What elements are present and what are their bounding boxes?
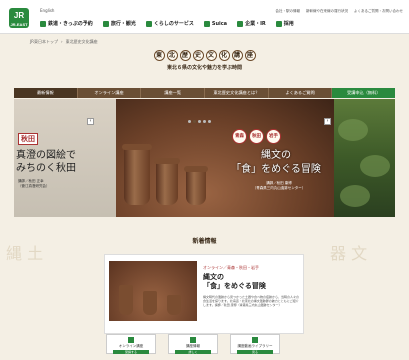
slide-jomon[interactable]: 青森 秋田 岩手 縄文の 「食」をめぐる冒険 講師／秋田 康博 （青森県三内丸山… <box>116 99 334 217</box>
carousel-next-button[interactable]: › <box>324 118 331 125</box>
carousel-dot[interactable] <box>203 120 206 123</box>
title-char: 文 <box>205 50 217 61</box>
pottery-image <box>184 166 208 205</box>
pottery-image <box>154 158 180 205</box>
jr-east-logo[interactable]: JR JR-EAST <box>9 8 29 28</box>
card-icon <box>203 20 210 27</box>
nav-life-services[interactable]: くらしのサービス <box>145 20 194 27</box>
page-subtitle: 東北６県の文化や魅力を学ぶ時間 <box>166 65 242 71</box>
menu-faq[interactable]: よくあるご質問 <box>269 88 333 98</box>
nav-corporate[interactable]: 企業・IR <box>237 20 266 27</box>
carousel-indicators <box>188 120 211 123</box>
nav-recruit[interactable]: 採用 <box>275 20 294 27</box>
news-body: 縄文時代の遺跡から見つかった土器や食べ物の痕跡から、当時の人々の食生活を探ります… <box>203 295 300 307</box>
pottery-image <box>167 295 181 315</box>
video-library-button[interactable]: 講座動画ライブラリー 見る <box>230 334 280 354</box>
slide-title: 縄文の 「食」をめぐる冒険 <box>231 150 321 175</box>
util-link[interactable]: 会社・駅の情報 <box>276 9 301 14</box>
page-header: 東 北 歴 史 文 化 講 座 東北６県の文化や魅力を学ぶ時間 <box>0 44 409 86</box>
page-title[interactable]: 東 北 歴 史 文 化 講 座 <box>0 50 409 61</box>
menu-latest-news[interactable]: 最新情報 <box>14 88 78 98</box>
travel-icon <box>102 20 109 27</box>
title-char: 東 <box>153 50 165 61</box>
lecture-info-button[interactable]: 講座情報 詳しく <box>168 334 218 354</box>
carousel-dot-active[interactable] <box>193 120 196 123</box>
title-char: 講 <box>231 50 243 61</box>
pottery-image <box>143 291 157 315</box>
news-heading: 新着情報 <box>192 238 217 245</box>
menu-about[interactable]: 東北歴史文化講座とは？ <box>205 88 269 98</box>
video-icon <box>252 337 258 343</box>
region-badge: 岩手 <box>266 129 281 144</box>
utility-links: 会社・駅の情報 新幹線や在来線の運行状況 よくあるご質問・お問い合わせ <box>276 9 404 14</box>
news-category: オンライン／青森・秋田・岩手 <box>203 265 259 270</box>
carousel-prev-button[interactable]: ‹ <box>87 118 94 125</box>
title-char: 史 <box>192 50 204 61</box>
title-char: 歴 <box>179 50 191 61</box>
menu-online-lectures[interactable]: オンライン講座 <box>78 88 142 98</box>
aerial-field <box>360 155 390 177</box>
util-link[interactable]: 新幹線や在来線の運行状況 <box>306 9 348 14</box>
region-badge: 秋田 <box>249 129 264 144</box>
nav-suica[interactable]: Suica <box>203 20 227 27</box>
title-char: 化 <box>218 50 230 61</box>
aerial-field <box>338 119 368 141</box>
menu-apply-button[interactable]: 受講申込（無料） <box>332 88 396 98</box>
building-icon <box>237 20 244 27</box>
slide-aerial-photo[interactable] <box>334 99 395 217</box>
pottery-image <box>119 285 133 315</box>
hero-carousel[interactable]: 秋田 真澄の図絵で みちのく秋田 講師／秋田 正幸 （菅江真澄研究会） 青森 秋… <box>14 99 395 217</box>
util-link[interactable]: よくあるご質問・お問い合わせ <box>354 9 403 14</box>
nav-travel[interactable]: 旅行・観光 <box>102 20 136 27</box>
slide-akita[interactable]: 秋田 真澄の図絵で みちのく秋田 講師／秋田 正幸 （菅江真澄研究会） <box>14 99 116 217</box>
shop-icon <box>145 20 152 27</box>
news-card[interactable]: オンライン／青森・秋田・岩手 縄文の 「食」をめぐる冒険 縄文時代の遺跡から見つ… <box>104 254 304 334</box>
slide-title: 真澄の図絵で みちのく秋田 <box>16 150 76 174</box>
language-link[interactable]: English <box>40 8 54 13</box>
slide-caption: 講師／秋田 正幸 （菅江真澄研究会） <box>18 179 50 188</box>
train-icon <box>40 20 46 27</box>
nav-train-tickets[interactable]: 鉄道・きっぷの予約 <box>40 20 93 27</box>
people-icon <box>275 20 282 27</box>
action-buttons: オンライン講座 受講する 講座情報 詳しく 講座動画ライブラリー 見る <box>106 334 280 354</box>
online-lecture-button[interactable]: オンライン講座 受講する <box>106 334 156 354</box>
monitor-icon <box>128 337 134 343</box>
main-menu: 最新情報 オンライン講座 講座一覧 東北歴史文化講座とは？ よくあるご質問 受講… <box>14 88 396 98</box>
pottery-image <box>122 144 152 205</box>
flag-icon <box>190 337 196 343</box>
global-nav: 鉄道・きっぷの予約 旅行・観光 くらしのサービス Suica 企業・IR 採用 <box>40 20 294 27</box>
aerial-field <box>340 185 370 207</box>
carousel-dot[interactable] <box>198 120 201 123</box>
news-image <box>109 261 197 321</box>
region-circles: 青森 秋田 岩手 <box>232 129 281 144</box>
title-char: 北 <box>166 50 178 61</box>
slide-caption: 講師／秋田 康博 （青森県三内丸山遺跡センター） <box>252 181 306 190</box>
region-badge: 青森 <box>232 129 247 144</box>
news-headline[interactable]: 縄文の 「食」をめぐる冒険 <box>203 273 266 291</box>
carousel-dot[interactable] <box>188 120 191 123</box>
menu-lecture-list[interactable]: 講座一覧 <box>141 88 206 98</box>
carousel-dot[interactable] <box>208 120 211 123</box>
region-tag: 秋田 <box>18 133 38 145</box>
title-char: 座 <box>244 50 256 61</box>
global-header: JR JR-EAST English 鉄道・きっぷの予約 旅行・観光 くらしのサ… <box>0 0 409 34</box>
